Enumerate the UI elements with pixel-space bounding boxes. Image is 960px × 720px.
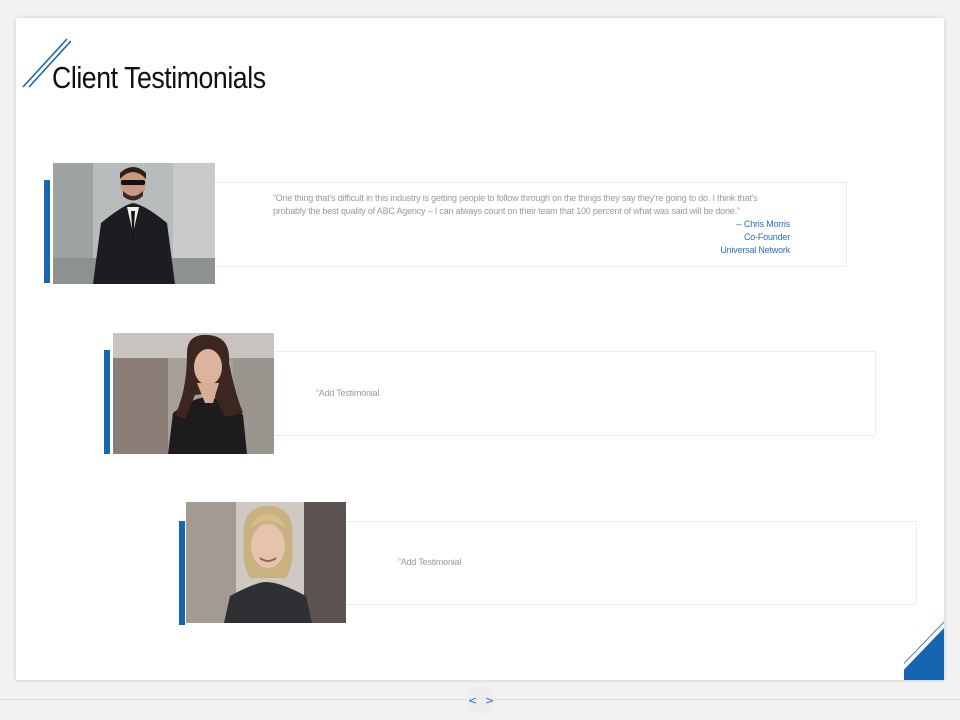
- testimonial-author-company: Universal Network: [720, 245, 790, 255]
- testimonial-author-role: Co-Founder: [743, 232, 790, 242]
- testimonial-quote-1: “One thing that’s difficult in this indu…: [273, 192, 813, 218]
- slide-navigation: < >: [466, 686, 496, 714]
- slide: Client Testimonials “One thing that’s di…: [16, 18, 944, 680]
- woman-blonde-photo: [186, 502, 346, 623]
- testimonial-placeholder-2[interactable]: “Add Testimonial: [316, 388, 379, 398]
- testimonial-signature-1: -- Chris Morris Co-Founder Universal Net…: [616, 218, 790, 257]
- testimonial-accent-bar-2: [104, 350, 110, 454]
- testimonial-author-name: -- Chris Morris: [736, 219, 790, 229]
- chevron-right-icon[interactable]: >: [485, 694, 494, 707]
- testimonial-quote-line-2: probably the best quality of ABC Agency …: [273, 206, 740, 216]
- testimonial-accent-bar-3: [179, 521, 185, 625]
- chevron-left-icon[interactable]: <: [468, 694, 477, 707]
- testimonial-placeholder-3[interactable]: “Add Testimonial: [398, 557, 461, 567]
- testimonial-quote-line-1: “One thing that’s difficult in this indu…: [273, 193, 758, 203]
- corner-triangle-decoration-icon: [904, 621, 944, 680]
- testimonial-accent-bar-1: [44, 180, 50, 283]
- woman-dark-hair-photo: [113, 333, 274, 454]
- page-title: Client Testimonials: [52, 60, 266, 95]
- man-in-suit-photo: [53, 163, 215, 284]
